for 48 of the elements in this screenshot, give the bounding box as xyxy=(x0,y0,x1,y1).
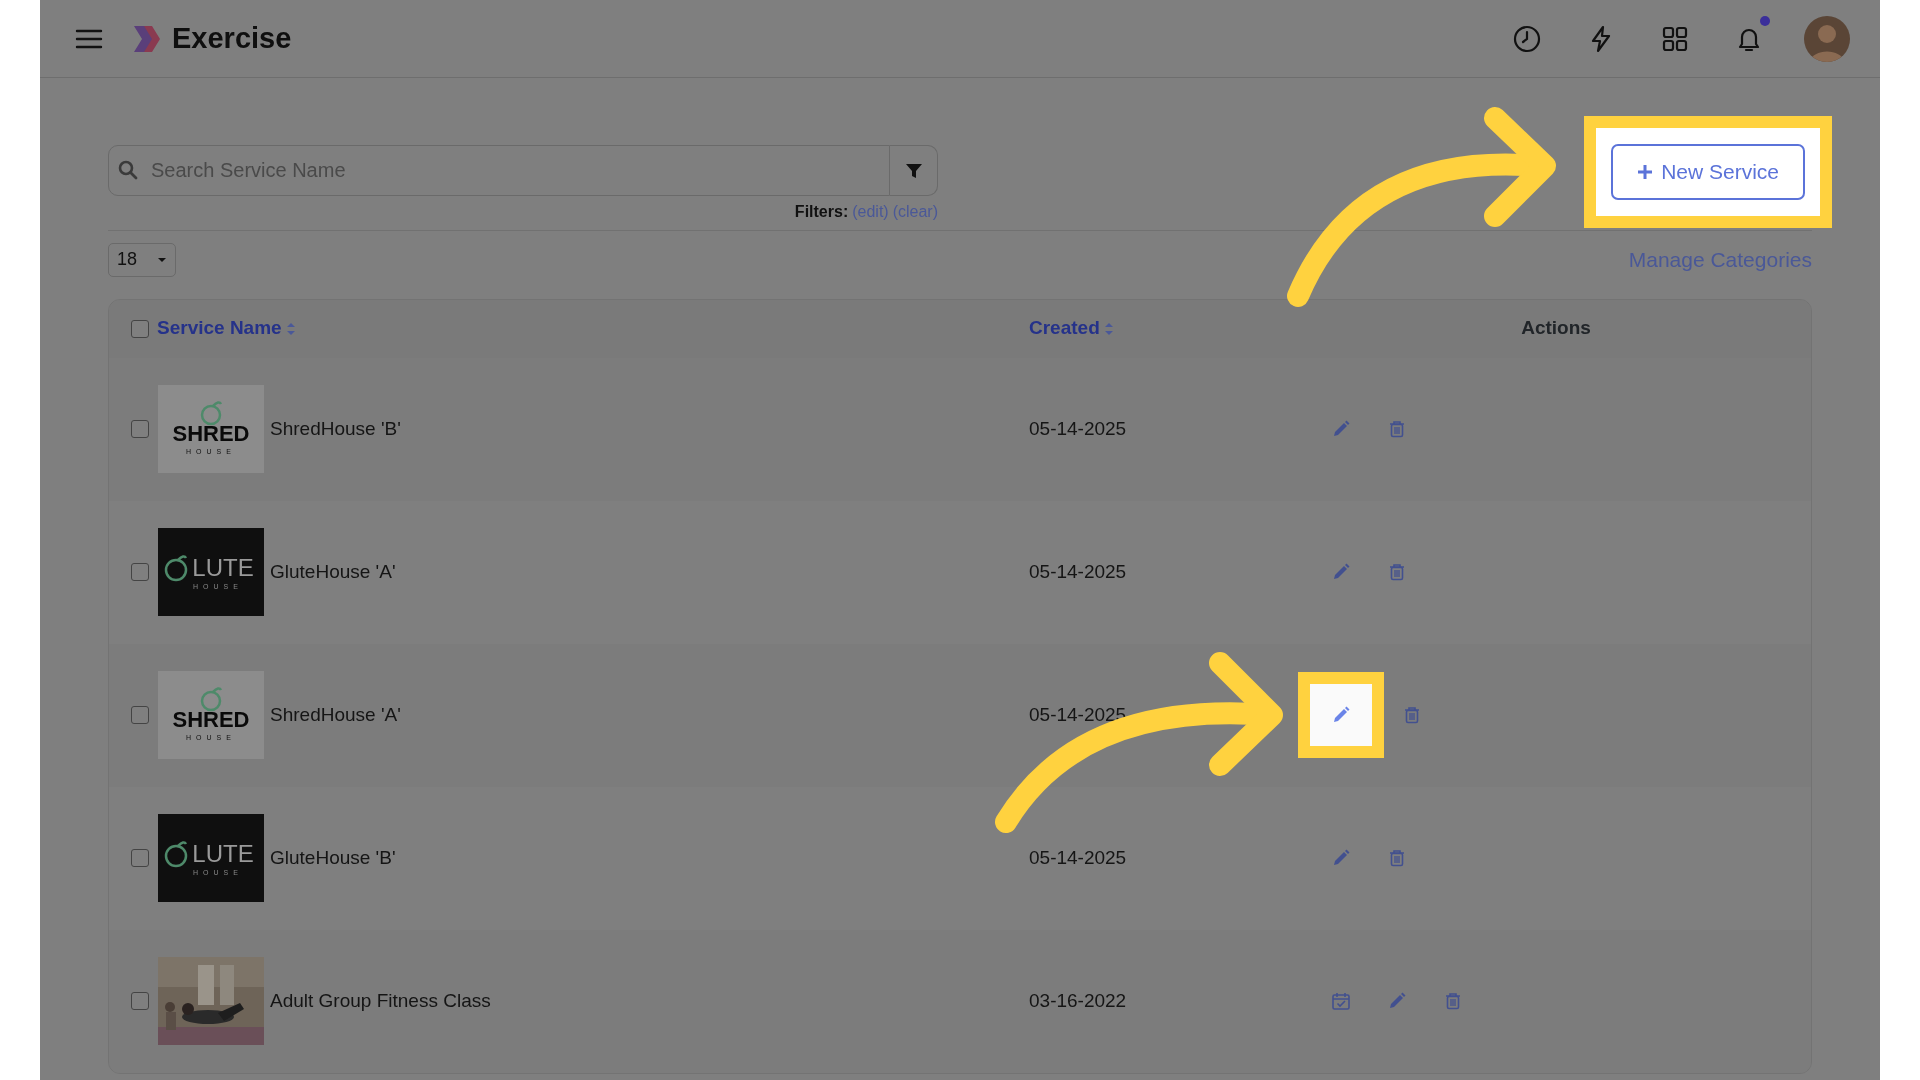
logo-word: SHRED xyxy=(172,709,250,731)
plus-icon xyxy=(1637,163,1654,180)
trash-icon xyxy=(1387,848,1407,868)
service-name: GluteHouse 'B' xyxy=(270,845,396,870)
service-name: GluteHouse 'A' xyxy=(270,559,396,584)
row-checkbox[interactable] xyxy=(131,563,149,581)
row-checkbox[interactable] xyxy=(131,849,149,867)
column-header: Actions xyxy=(1521,316,1591,341)
pencil-icon xyxy=(1331,705,1351,725)
service-name: ShredHouse 'B' xyxy=(270,416,401,441)
logo-word: SHRED xyxy=(172,423,250,445)
search-icon xyxy=(118,160,138,180)
created-date: 05-14-2025 xyxy=(1029,703,1127,725)
row-checkbox[interactable] xyxy=(131,992,149,1010)
trash-icon xyxy=(1402,705,1422,725)
pencil-icon xyxy=(1331,562,1351,582)
logo-word: LUTE xyxy=(192,842,254,866)
avatar[interactable] xyxy=(1804,15,1850,62)
logo-word: LUTE xyxy=(192,556,254,580)
sort-icon xyxy=(285,321,296,336)
sort-icon xyxy=(1103,321,1114,336)
trash-icon xyxy=(1443,991,1463,1011)
calendar-icon xyxy=(1331,991,1351,1011)
page-size-select[interactable]: 18 xyxy=(108,242,176,277)
edit-button[interactable] xyxy=(1298,672,1384,758)
app-title: Exercise xyxy=(172,20,292,56)
sort-column-link[interactable]: Service Name xyxy=(157,314,296,343)
caret-icon xyxy=(157,256,167,263)
new-service-button[interactable]: New Service xyxy=(1611,144,1805,200)
filters-label: Filters: xyxy=(794,202,849,222)
sort-column-link[interactable]: Created xyxy=(1029,314,1114,343)
clock-icon xyxy=(1512,23,1542,54)
created-date: 05-14-2025 xyxy=(1029,417,1127,439)
service-name: Adult Group Fitness Class xyxy=(270,988,491,1013)
trash-icon xyxy=(1387,419,1407,439)
filter-button[interactable] xyxy=(890,145,938,196)
funnel-icon xyxy=(904,162,923,181)
row-checkbox[interactable] xyxy=(131,706,149,724)
created-date: 03-16-2022 xyxy=(1029,989,1127,1011)
created-date: 05-14-2025 xyxy=(1029,560,1127,582)
trash-icon xyxy=(1387,562,1407,582)
row-checkbox[interactable] xyxy=(131,420,149,438)
pencil-icon xyxy=(1331,419,1351,439)
select-all-checkbox[interactable] xyxy=(131,319,149,338)
pencil-icon xyxy=(1387,991,1407,1011)
pencil-icon xyxy=(1331,848,1351,868)
service-name: ShredHouse 'A' xyxy=(270,702,401,727)
created-date: 05-14-2025 xyxy=(1029,846,1127,868)
